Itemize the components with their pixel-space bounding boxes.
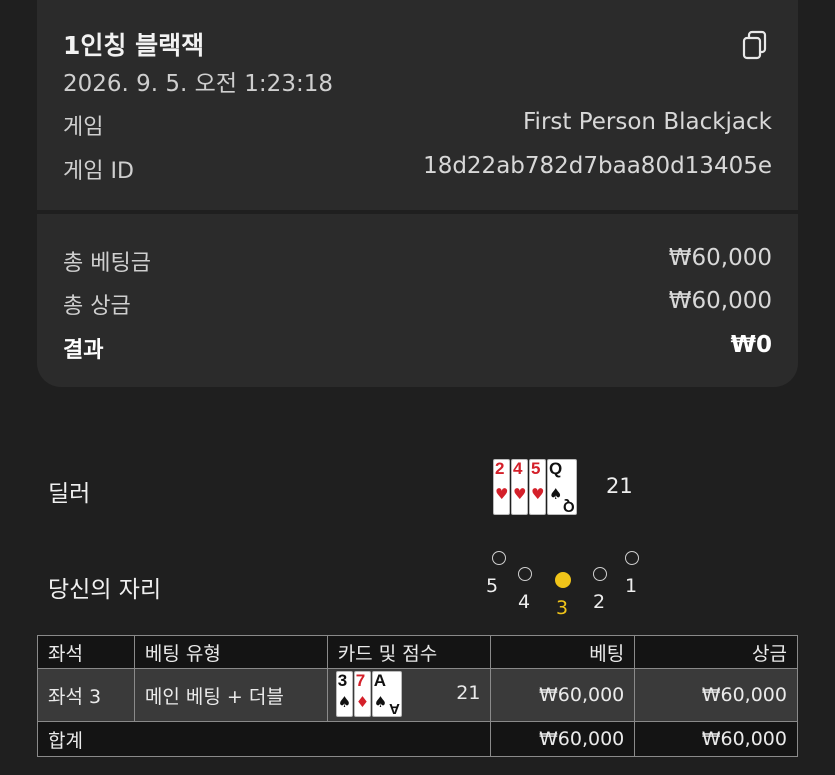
playing-card: 2 ♥ [493, 459, 510, 515]
player-cards: 3 ♠ 7 ♦ A ♠ A [335, 671, 402, 717]
row-cards-score: 3 ♠ 7 ♦ A ♠ A 21 [326, 668, 492, 722]
row-win: ₩60,000 [634, 668, 798, 722]
seat-marker-3 [555, 572, 571, 588]
row-bet: ₩60,000 [490, 668, 636, 722]
divider [37, 210, 798, 214]
copy-icon[interactable] [742, 30, 768, 60]
row-score: 21 [456, 682, 481, 704]
game-id-label: 게임 ID [63, 159, 134, 184]
playing-card: Q ♠ Q [547, 459, 577, 515]
row-seat: 좌석 3 [37, 668, 135, 722]
table-row: 좌석 3 메인 베팅 + 더블 3 ♠ 7 ♦ A ♠ A 21 ₩60,000 ₩60,0… [37, 668, 798, 722]
total-win-label: 총 상금 [63, 294, 131, 319]
total-bet-value: ₩60,000 [668, 245, 772, 271]
game-value: First Person Blackjack [523, 109, 772, 135]
seat-marker-5 [492, 551, 506, 565]
game-label: 게임 [63, 115, 104, 140]
col-win: 상금 [634, 635, 798, 669]
col-bet: 베팅 [490, 635, 636, 669]
seat-marker-2 [593, 567, 607, 581]
total-win: ₩60,000 [634, 721, 798, 757]
table-header-row: 좌석 베팅 유형 카드 및 점수 베팅 상금 [37, 635, 798, 669]
game-title: 1인칭 블랙잭 [63, 31, 205, 60]
bet-details-table: 좌석 베팅 유형 카드 및 점수 베팅 상금 좌석 3 메인 베팅 + 더블 3… [36, 635, 798, 757]
col-bet-type: 베팅 유형 [133, 635, 328, 669]
total-win-value: ₩60,000 [668, 288, 772, 314]
dealer-cards: 2 ♥ 4 ♥ 5 ♥ Q ♠ Q [493, 459, 577, 515]
playing-card: 3 ♠ [335, 671, 353, 717]
round-datetime: 2026. 9. 5. 오전 1:23:18 [63, 71, 333, 97]
playing-card: 4 ♥ [511, 459, 528, 515]
game-id-value: 18d22ab782d7baa80d13405e [423, 153, 772, 179]
row-bet-type: 메인 베팅 + 더블 [133, 668, 328, 722]
playing-card: A ♠ A [371, 671, 402, 717]
playing-card: 7 ♦ [353, 671, 371, 717]
seat-number-4: 4 [518, 591, 531, 613]
dealer-label: 딜러 [48, 481, 91, 507]
seat-marker-1 [625, 551, 639, 565]
dealer-score: 21 [606, 474, 633, 498]
result-value: ₩0 [730, 332, 772, 358]
total-bet-label: 총 베팅금 [63, 251, 151, 276]
total-bet: ₩60,000 [490, 721, 636, 757]
playing-card: 5 ♥ [529, 459, 546, 515]
seat-number-3: 3 [556, 597, 569, 619]
total-label: 합계 [36, 721, 492, 757]
col-cards-score: 카드 및 점수 [326, 635, 492, 669]
seat-number-1: 1 [625, 575, 638, 597]
round-summary-card: 1인칭 블랙잭 2026. 9. 5. 오전 1:23:18 게임 First … [37, 0, 798, 387]
col-seat: 좌석 [37, 635, 135, 669]
seat-number-2: 2 [593, 591, 606, 613]
table-total-row: 합계 ₩60,000 ₩60,000 [36, 721, 798, 757]
seat-label: 당신의 자리 [48, 577, 162, 603]
seat-number-5: 5 [486, 575, 499, 597]
seat-marker-4 [518, 567, 532, 581]
result-label: 결과 [63, 338, 104, 363]
